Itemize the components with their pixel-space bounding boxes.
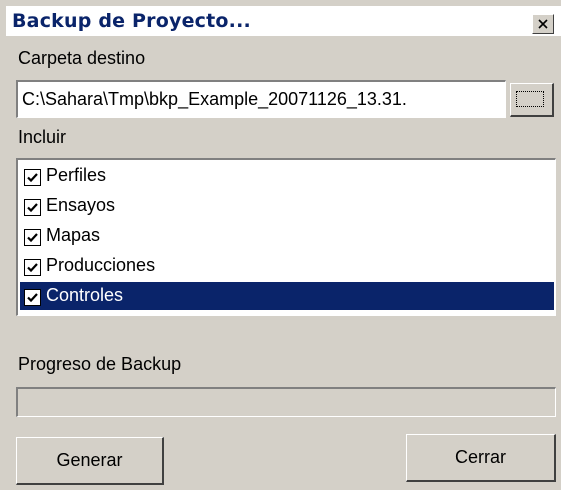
checkbox[interactable] xyxy=(24,289,41,306)
checklist-item[interactable]: Mapas xyxy=(20,222,554,250)
checkmark-icon xyxy=(27,173,38,183)
destination-folder-input[interactable]: C:\Sahara\Tmp\bkp_Example_20071126_13.31… xyxy=(16,80,506,118)
browse-focus-rect xyxy=(516,91,544,107)
checklist-item-label: Mapas xyxy=(46,225,101,245)
generate-button[interactable]: Generar xyxy=(16,437,164,485)
checkmark-icon xyxy=(27,233,38,243)
progress-label: Progreso de Backup xyxy=(18,354,182,374)
browse-folder-button[interactable] xyxy=(510,83,554,117)
include-checklist[interactable]: Perfiles Ensayos Mapas Producciones Controle… xyxy=(16,158,556,316)
checklist-item[interactable]: Producciones xyxy=(20,252,554,280)
checklist-item-label: Producciones xyxy=(46,255,156,275)
checkbox[interactable] xyxy=(24,229,41,246)
title-bar: Backup de Proyecto... xyxy=(6,6,561,36)
checklist-item[interactable]: Perfiles xyxy=(20,162,554,190)
checklist-item-label: Ensayos xyxy=(46,195,116,215)
checkbox[interactable] xyxy=(24,169,41,186)
checklist-item-label: Perfiles xyxy=(46,165,107,185)
checklist-item[interactable]: Controles xyxy=(20,282,554,310)
destination-folder-label: Carpeta destino xyxy=(18,48,146,68)
checkbox[interactable] xyxy=(24,259,41,276)
checklist-item-label: Controles xyxy=(46,285,124,305)
checklist-item[interactable]: Ensayos xyxy=(20,192,554,220)
window-title: Backup de Proyecto... xyxy=(12,10,251,32)
close-button[interactable]: Cerrar xyxy=(406,434,556,482)
backup-dialog: Backup de Proyecto... Carpeta destino C:… xyxy=(0,0,561,490)
backup-progress-bar xyxy=(16,387,556,417)
close-window-button[interactable] xyxy=(532,14,554,34)
checkmark-icon xyxy=(27,263,38,273)
checkmark-icon xyxy=(27,293,38,303)
checkmark-icon xyxy=(27,203,38,213)
destination-folder-value: C:\Sahara\Tmp\bkp_Example_20071126_13.31… xyxy=(22,89,407,109)
close-x-icon xyxy=(538,19,548,29)
checkbox[interactable] xyxy=(24,199,41,216)
include-label: Incluir xyxy=(18,127,67,147)
